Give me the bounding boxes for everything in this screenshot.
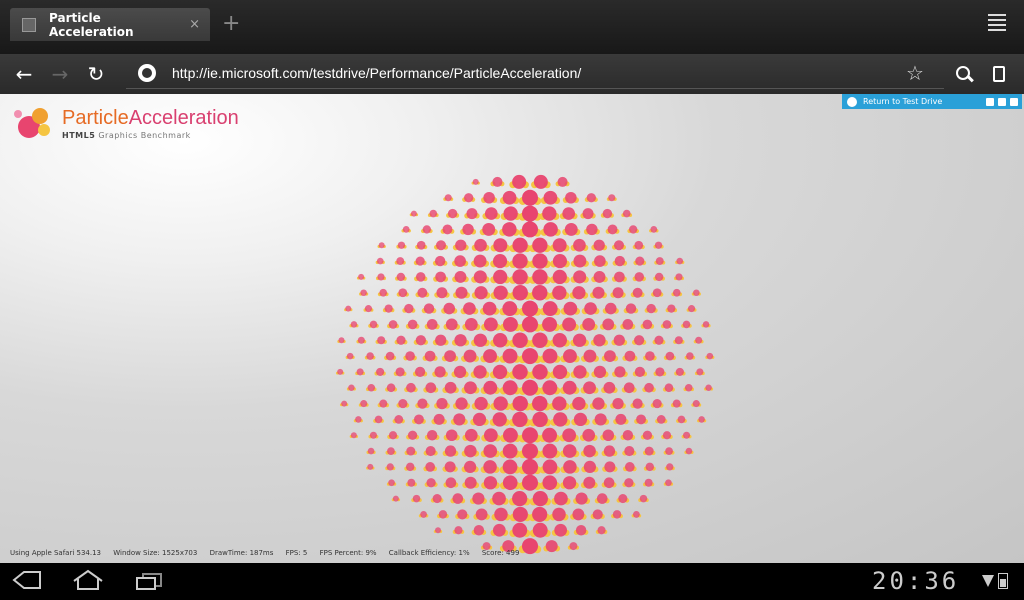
- return-arrow-icon: [847, 96, 857, 107]
- system-clock[interactable]: 20:36: [872, 567, 959, 595]
- wifi-icon[interactable]: [982, 575, 994, 587]
- logo-title: ParticleAcceleration: [62, 107, 239, 129]
- bookmarks-icon[interactable]: [993, 66, 1005, 82]
- tab-title: Particle Acceleration: [49, 10, 134, 39]
- search-icon[interactable]: [956, 66, 976, 86]
- logo-bubbles-icon: [14, 106, 58, 142]
- forward-button[interactable]: →: [48, 62, 72, 86]
- system-bar: 20:36: [0, 563, 1024, 600]
- stat-fps-percent: FPS Percent: 9%: [319, 549, 377, 557]
- globe-icon: [138, 64, 156, 82]
- address-bar[interactable]: http://ie.microsoft.com/testdrive/Perfor…: [126, 60, 944, 89]
- web-page: ParticleAcceleration HTML5 Graphics Benc…: [0, 94, 1024, 563]
- menu-icon[interactable]: [988, 14, 1006, 34]
- tab-strip: Particle Acceleration × +: [0, 0, 1024, 54]
- stat-fps: FPS: 5: [285, 549, 308, 557]
- system-home-icon[interactable]: [72, 569, 104, 591]
- tab-close-icon[interactable]: ×: [189, 17, 200, 32]
- back-button[interactable]: ←: [12, 62, 36, 86]
- system-recent-apps-icon[interactable]: [135, 572, 163, 590]
- favicon-icon: [22, 17, 36, 32]
- stat-draw-time: DrawTime: 187ms: [209, 549, 274, 557]
- stat-browser: Using Apple Safari 534.13: [10, 549, 101, 557]
- new-tab-button[interactable]: +: [222, 12, 240, 36]
- facebook-icon[interactable]: [986, 97, 994, 106]
- stat-callback-efficiency: Callback Efficiency: 1%: [388, 549, 470, 557]
- stat-score: Score: 499: [481, 549, 520, 557]
- site-logo[interactable]: ParticleAcceleration HTML5 Graphics Benc…: [14, 104, 274, 144]
- battery-icon[interactable]: [998, 573, 1008, 589]
- return-to-test-drive-bar[interactable]: Return to Test Drive: [842, 94, 1022, 109]
- benchmark-stats: Using Apple Safari 534.13 Window Size: 1…: [10, 549, 529, 557]
- reload-button[interactable]: ↻: [84, 62, 108, 86]
- particle-sphere: [335, 174, 715, 555]
- navigation-bar: ← → ↻ http://ie.microsoft.com/testdrive/…: [0, 54, 1024, 94]
- return-to-test-drive-link[interactable]: Return to Test Drive: [863, 97, 986, 106]
- system-back-icon[interactable]: [12, 570, 42, 590]
- email-icon[interactable]: [1010, 97, 1018, 106]
- twitter-icon[interactable]: [998, 97, 1006, 106]
- url-text[interactable]: http://ie.microsoft.com/testdrive/Perfor…: [172, 65, 581, 81]
- browser-tab[interactable]: Particle Acceleration ×: [10, 8, 210, 41]
- logo-subtitle: HTML5 Graphics Benchmark: [62, 131, 191, 140]
- stat-window-size: Window Size: 1525x703: [113, 549, 198, 557]
- bookmark-star-icon[interactable]: ☆: [906, 61, 924, 85]
